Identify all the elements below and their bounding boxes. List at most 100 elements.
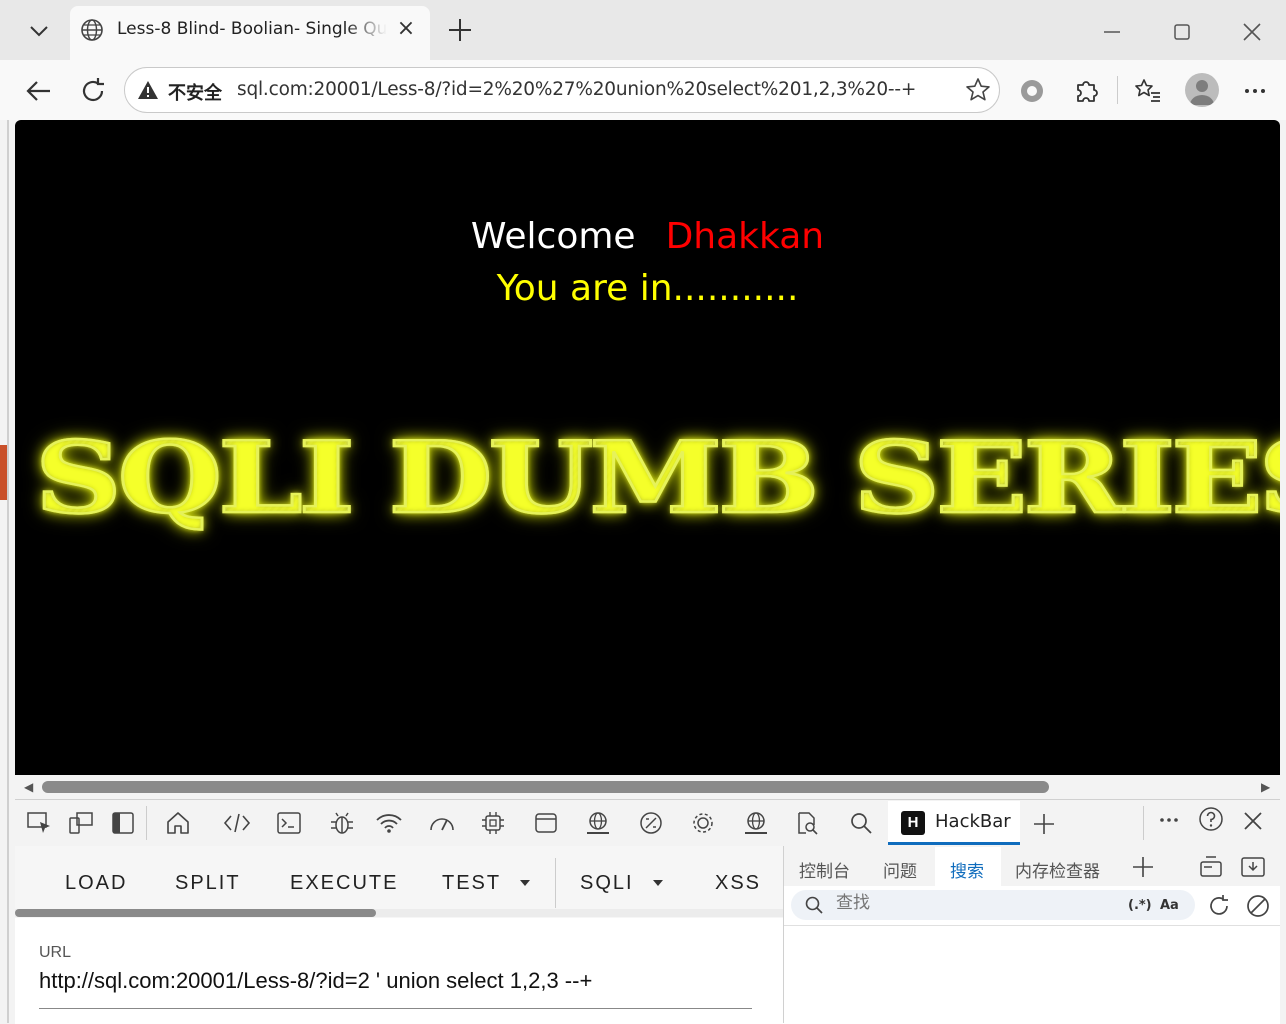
- record-icon: [1021, 80, 1043, 102]
- execute-button[interactable]: EXECUTE: [290, 872, 398, 895]
- add-drawer-tab-button[interactable]: [1130, 854, 1156, 880]
- dock-side-icon[interactable]: [108, 808, 138, 838]
- security-globe-icon[interactable]: [583, 808, 613, 838]
- profile-avatar[interactable]: [1185, 73, 1219, 107]
- close-devtools-button[interactable]: [1240, 808, 1266, 834]
- reload-button[interactable]: [78, 76, 108, 106]
- close-window-button[interactable]: [1240, 20, 1264, 44]
- search-icon[interactable]: [846, 808, 876, 838]
- search-input[interactable]: [836, 893, 1076, 913]
- tab-search[interactable]: 搜索: [950, 857, 984, 882]
- tab-console[interactable]: 控制台: [799, 857, 850, 882]
- toolbar-divider: [146, 806, 147, 840]
- extension-button[interactable]: [1017, 76, 1047, 106]
- url-field-label: URL: [39, 944, 72, 961]
- tab-issues[interactable]: 问题: [883, 857, 917, 882]
- star-icon: [966, 78, 990, 101]
- puzzle-icon: [1077, 81, 1098, 102]
- tab-memory-inspector[interactable]: 内存检查器: [1015, 857, 1100, 882]
- debugger-bug-icon[interactable]: [327, 808, 357, 838]
- arrow-left-icon: [26, 81, 50, 101]
- test-caret-icon[interactable]: [520, 880, 530, 886]
- tab-actions-menu[interactable]: [18, 12, 60, 50]
- memory-chip-icon[interactable]: [478, 808, 508, 838]
- help-button[interactable]: [1198, 806, 1224, 832]
- hackbar-scrollbar-thumb[interactable]: [15, 909, 376, 917]
- split-button[interactable]: SPLIT: [175, 872, 241, 895]
- plus-icon: [1034, 814, 1054, 834]
- undock-drawer-button[interactable]: [1198, 854, 1224, 880]
- url-text[interactable]: sql.com:20001/Less-8/?id=2%20%27%20union…: [237, 79, 916, 100]
- close-icon: [1243, 23, 1261, 41]
- back-button[interactable]: [24, 76, 54, 106]
- hackbar-logo-icon: H: [901, 811, 925, 835]
- welcome-text: Welcome: [470, 216, 636, 257]
- add-favorite-button[interactable]: [964, 76, 992, 104]
- help-icon: [1199, 807, 1223, 831]
- more-horizontal-icon: [1160, 818, 1178, 822]
- new-tab-button[interactable]: [446, 16, 474, 44]
- application-window-icon[interactable]: [531, 808, 561, 838]
- inspect-element-icon[interactable]: [24, 808, 54, 838]
- dock-drawer-button[interactable]: [1240, 854, 1266, 880]
- url-field[interactable]: http://sql.com:20001/Less-8/?id=2 ' unio…: [39, 968, 592, 994]
- network-wifi-icon[interactable]: [374, 808, 404, 838]
- plus-icon: [1133, 857, 1153, 877]
- minimize-icon: [1104, 31, 1120, 33]
- hackbar-menu-bar: [15, 846, 783, 918]
- scroll-left-arrow-icon[interactable]: ◀: [24, 780, 33, 794]
- hackbar-menu-divider: [555, 858, 556, 908]
- extensions-button[interactable]: [1072, 76, 1102, 106]
- warning-icon[interactable]: [137, 80, 159, 100]
- console-icon[interactable]: [274, 808, 304, 838]
- lighthouse-badge-icon[interactable]: [636, 808, 666, 838]
- maximize-button[interactable]: [1170, 20, 1194, 44]
- match-case-toggle[interactable]: Aa: [1160, 898, 1179, 913]
- home-icon[interactable]: [163, 808, 193, 838]
- refresh-search-button[interactable]: [1206, 893, 1232, 919]
- undock-icon: [1200, 856, 1222, 877]
- scrollbar-thumb[interactable]: [42, 781, 1049, 793]
- load-button[interactable]: LOAD: [65, 872, 127, 895]
- regex-toggle[interactable]: (.*): [1128, 898, 1152, 913]
- performance-gauge-icon[interactable]: [427, 808, 457, 838]
- globe-icon: [80, 18, 104, 42]
- block-icon: [1247, 895, 1269, 917]
- user-icon: [1190, 80, 1214, 105]
- refresh-icon: [1210, 895, 1228, 915]
- welcome-line: Welcome Dhakkan: [15, 216, 1280, 257]
- active-tab-indicator: [888, 842, 1020, 845]
- sqli-menu-button[interactable]: SQLI: [580, 872, 634, 895]
- device-emulation-icon[interactable]: [66, 808, 96, 838]
- not-secure-label[interactable]: 不安全: [168, 79, 222, 105]
- scroll-right-arrow-icon[interactable]: ▶: [1261, 780, 1270, 794]
- minimize-button[interactable]: [1100, 20, 1124, 44]
- sqli-caret-icon[interactable]: [653, 880, 663, 886]
- test-menu-button[interactable]: TEST: [442, 872, 501, 895]
- clear-search-button[interactable]: [1245, 893, 1271, 919]
- settings-gear-chip-icon[interactable]: [688, 808, 718, 838]
- more-horizontal-icon: [1245, 89, 1265, 93]
- window-edge-accent: [0, 445, 7, 500]
- toolbar-divider: [1117, 76, 1118, 104]
- tab-close-icon[interactable]: ×: [395, 18, 417, 40]
- elements-code-icon[interactable]: [222, 808, 252, 838]
- network-conditions-globe-icon[interactable]: [741, 808, 771, 838]
- dock-down-icon: [1241, 857, 1265, 877]
- settings-more-button[interactable]: [1240, 76, 1270, 106]
- reload-icon: [82, 78, 104, 102]
- search-document-icon[interactable]: [792, 808, 822, 838]
- tab-title: Less-8 Blind- Boolian- Single Quotes- St…: [117, 19, 387, 39]
- user-name: Dhakkan: [665, 216, 825, 257]
- add-panel-button[interactable]: [1030, 810, 1058, 838]
- login-status: You are in...........: [496, 268, 799, 309]
- drawer-divider: [784, 925, 1280, 926]
- devtools-more-button[interactable]: [1155, 808, 1185, 838]
- maximize-icon: [1174, 24, 1190, 40]
- page-viewport: Welcome Dhakkan You are in........... SQL…: [15, 120, 1280, 775]
- plus-icon: [449, 19, 471, 41]
- xss-menu-button[interactable]: XSS: [715, 872, 761, 895]
- favorites-star-list-icon: [1135, 79, 1160, 102]
- favorites-button[interactable]: [1133, 76, 1163, 106]
- close-icon: [1244, 812, 1262, 830]
